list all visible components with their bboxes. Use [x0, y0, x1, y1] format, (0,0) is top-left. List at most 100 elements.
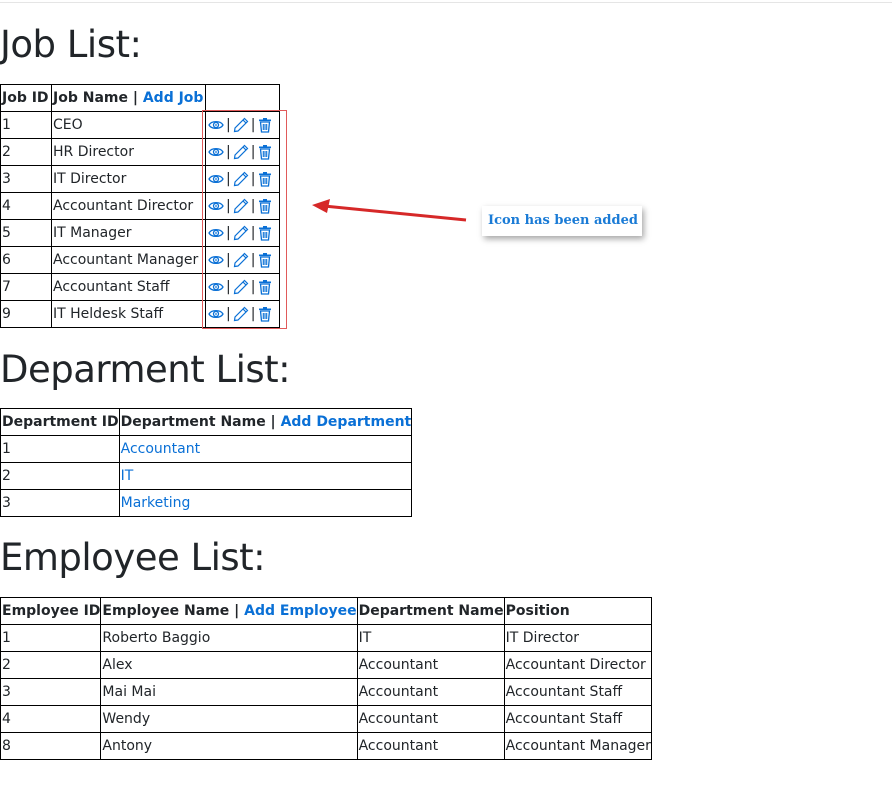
- eye-icon[interactable]: [208, 306, 224, 322]
- job-id-cell: 3: [0, 165, 52, 193]
- employee-position-cell: Accountant Director: [503, 651, 652, 679]
- pencil-icon[interactable]: [233, 198, 249, 214]
- action-separator: |: [250, 252, 256, 268]
- pencil-icon[interactable]: [233, 144, 249, 160]
- department-name-header: Department Name | Add Department: [118, 408, 413, 436]
- job-actions-cell: | |: [205, 111, 280, 139]
- employee-department-cell: Accountant: [356, 732, 505, 760]
- add-job-link[interactable]: Add Job: [143, 90, 204, 106]
- department-row: 1 Accountant: [0, 435, 413, 463]
- trash-icon[interactable]: [257, 198, 273, 214]
- job-id-cell: 1: [0, 111, 52, 139]
- pencil-icon[interactable]: [233, 225, 249, 241]
- add-department-link[interactable]: Add Department: [281, 414, 412, 430]
- employee-row: 4 Wendy Accountant Accountant Staff: [0, 705, 652, 733]
- employee-name-cell: Mai Mai: [100, 678, 358, 706]
- eye-icon[interactable]: [208, 198, 224, 214]
- employee-name-header-label: Employee Name |: [102, 603, 240, 619]
- eye-icon[interactable]: [208, 171, 224, 187]
- department-table: Department ID Department Name | Add Depa…: [0, 408, 413, 517]
- job-name-cell: Accountant Staff: [51, 273, 206, 301]
- eye-icon[interactable]: [208, 117, 224, 133]
- employee-table: Employee ID Employee Name | Add Employee…: [0, 597, 652, 760]
- action-separator: |: [250, 171, 256, 187]
- job-actions-cell: | |: [205, 219, 280, 247]
- department-name-header-label: Department Name |: [120, 414, 276, 430]
- employee-department-cell: Accountant: [356, 678, 505, 706]
- action-separator: |: [226, 252, 231, 268]
- employee-position-cell: IT Director: [503, 624, 652, 652]
- job-actions-cell: | |: [205, 273, 280, 301]
- department-link[interactable]: IT: [121, 468, 134, 484]
- job-actions-cell: | |: [205, 246, 280, 274]
- job-row: 1 CEO | |: [0, 111, 280, 139]
- job-name-cell: HR Director: [51, 138, 206, 166]
- department-id-cell: 2: [0, 462, 120, 490]
- job-list-title: Job List:: [0, 23, 142, 66]
- employee-id-header: Employee ID: [0, 597, 102, 625]
- trash-icon[interactable]: [257, 279, 273, 295]
- trash-icon[interactable]: [257, 306, 273, 322]
- job-id-cell: 6: [0, 246, 52, 274]
- pencil-icon[interactable]: [233, 306, 249, 322]
- pencil-icon[interactable]: [233, 171, 249, 187]
- action-separator: |: [250, 198, 256, 214]
- pencil-icon[interactable]: [233, 252, 249, 268]
- job-row: 4 Accountant Director | |: [0, 192, 280, 220]
- job-id-cell: 5: [0, 219, 52, 247]
- department-row: 3 Marketing: [0, 489, 413, 517]
- trash-icon[interactable]: [257, 252, 273, 268]
- employee-position-cell: Accountant Staff: [503, 705, 652, 733]
- department-link[interactable]: Accountant: [121, 441, 200, 457]
- job-table: Job ID Job Name | Add Job 1 CEO | | 2 HR Dire…: [0, 84, 280, 328]
- department-row: 2 IT: [0, 462, 413, 490]
- employee-position-cell: Accountant Manager: [503, 732, 652, 760]
- job-name-cell: IT Manager: [51, 219, 206, 247]
- trash-icon[interactable]: [257, 117, 273, 133]
- job-name-cell: Accountant Manager: [51, 246, 206, 274]
- eye-icon[interactable]: [208, 225, 224, 241]
- job-actions-cell: | |: [205, 138, 280, 166]
- eye-icon[interactable]: [208, 252, 224, 268]
- annotation-arrow: [312, 199, 467, 222]
- job-name-header: Job Name | Add Job: [51, 84, 206, 112]
- eye-icon[interactable]: [208, 279, 224, 295]
- eye-icon[interactable]: [208, 144, 224, 160]
- employee-department-cell: Accountant: [356, 651, 505, 679]
- pencil-icon[interactable]: [233, 117, 249, 133]
- department-id-cell: 3: [0, 489, 120, 517]
- pencil-icon[interactable]: [233, 279, 249, 295]
- employee-row: 1 Roberto Baggio IT IT Director: [0, 624, 652, 652]
- action-separator: |: [226, 144, 231, 160]
- department-list-title: Deparment List:: [0, 348, 291, 391]
- job-row: 9 IT Heldesk Staff | |: [0, 300, 280, 328]
- department-link[interactable]: Marketing: [121, 495, 191, 511]
- trash-icon[interactable]: [257, 225, 273, 241]
- employee-position-header: Position: [503, 597, 652, 625]
- employee-row: 3 Mai Mai Accountant Accountant Staff: [0, 678, 652, 706]
- job-actions-cell: | |: [205, 165, 280, 193]
- action-separator: |: [250, 225, 256, 241]
- job-name-cell: IT Director: [51, 165, 206, 193]
- action-separator: |: [250, 279, 256, 295]
- department-name-cell: Marketing: [118, 489, 413, 517]
- department-name-cell: Accountant: [118, 435, 413, 463]
- add-employee-link[interactable]: Add Employee: [244, 603, 356, 619]
- employee-name-cell: Wendy: [100, 705, 358, 733]
- employee-list-title: Employee List:: [0, 536, 266, 579]
- employee-name-cell: Alex: [100, 651, 358, 679]
- action-separator: |: [250, 117, 256, 133]
- job-actions-header: [205, 84, 280, 112]
- action-separator: |: [226, 306, 231, 322]
- job-name-cell: IT Heldesk Staff: [51, 300, 206, 328]
- action-separator: |: [226, 117, 231, 133]
- trash-icon[interactable]: [257, 144, 273, 160]
- job-id-cell: 9: [0, 300, 52, 328]
- action-separator: |: [226, 225, 231, 241]
- employee-name-header: Employee Name | Add Employee: [100, 597, 358, 625]
- trash-icon[interactable]: [257, 171, 273, 187]
- employee-department-cell: IT: [356, 624, 505, 652]
- employee-id-cell: 2: [0, 651, 102, 679]
- job-id-cell: 7: [0, 273, 52, 301]
- job-row: 6 Accountant Manager | |: [0, 246, 280, 274]
